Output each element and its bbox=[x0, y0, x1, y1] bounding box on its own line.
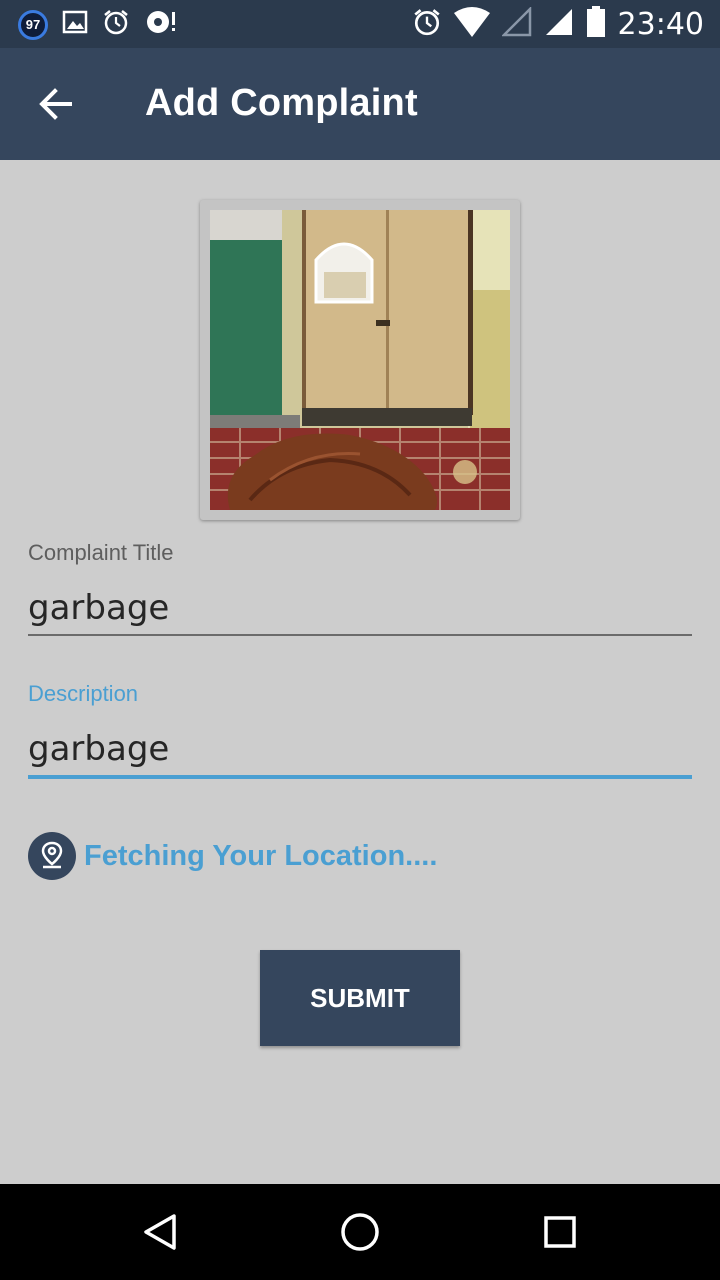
description-input[interactable]: garbage bbox=[28, 729, 169, 769]
description-underline bbox=[28, 775, 692, 779]
recents-square-icon bbox=[544, 1216, 576, 1248]
location-pin-icon bbox=[28, 832, 76, 880]
image-icon bbox=[62, 9, 88, 40]
home-circle-icon bbox=[341, 1213, 379, 1251]
back-triangle-icon bbox=[144, 1214, 176, 1250]
page-title: Add Complaint bbox=[145, 82, 418, 124]
location-status[interactable]: Fetching Your Location.... bbox=[28, 832, 437, 880]
location-text: Fetching Your Location.... bbox=[84, 839, 438, 872]
complaint-title-input[interactable]: garbage bbox=[28, 588, 169, 628]
nav-recents-button[interactable] bbox=[536, 1208, 584, 1256]
clock: 23:40 bbox=[617, 7, 704, 42]
back-button[interactable] bbox=[30, 78, 82, 130]
nav-back-button[interactable] bbox=[136, 1208, 184, 1256]
photo-card[interactable] bbox=[200, 200, 520, 520]
battery-icon bbox=[586, 6, 606, 43]
alarm-icon bbox=[412, 7, 442, 42]
navigation-bar bbox=[0, 1184, 720, 1280]
complaint-photo bbox=[210, 210, 510, 510]
app-bar: Add Complaint bbox=[0, 48, 720, 160]
nav-home-button[interactable] bbox=[336, 1208, 384, 1256]
arrow-back-icon bbox=[39, 88, 72, 120]
status-bar: 97 23:40 bbox=[0, 0, 720, 48]
wifi-icon bbox=[453, 7, 490, 42]
complaint-title-underline bbox=[28, 634, 692, 636]
complaint-title-label: Complaint Title bbox=[28, 540, 174, 565]
sync-icon bbox=[144, 8, 178, 41]
description-label: Description bbox=[28, 681, 139, 706]
submit-button[interactable]: SUBMIT bbox=[260, 950, 460, 1046]
signal-full-icon bbox=[544, 7, 574, 42]
signal-empty-icon bbox=[500, 5, 532, 42]
notification-badge: 97 bbox=[18, 9, 48, 40]
alarm-icon bbox=[102, 8, 130, 41]
